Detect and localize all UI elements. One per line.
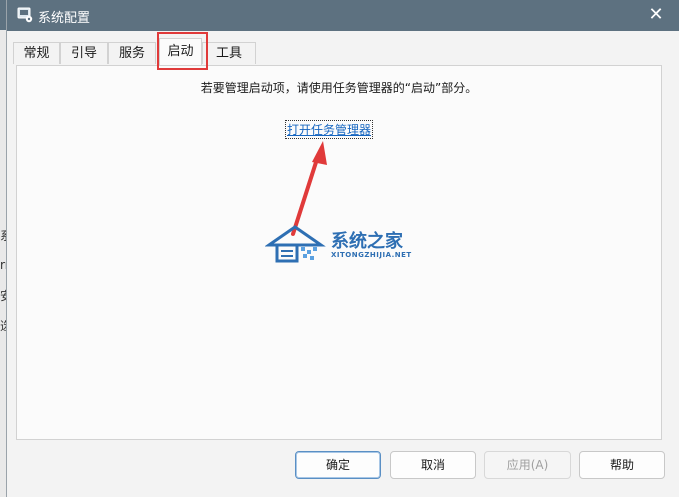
- tab-tools[interactable]: 工具: [202, 42, 256, 64]
- window-title: 系统配置: [38, 11, 91, 26]
- watermark-cn: 系统之家: [331, 231, 403, 252]
- system-config-window: 系统配置 ✕ 常规 引导 服务 启动 工具 若要管理启动项，请使用任务管理器的“…: [6, 0, 679, 497]
- tab-highlight-box: [157, 32, 208, 70]
- ok-button[interactable]: 确定: [295, 451, 381, 479]
- close-icon[interactable]: ✕: [646, 5, 666, 25]
- apply-button[interactable]: 应用(A): [484, 451, 571, 479]
- watermark-en: XITONGZHIJIA.NET: [331, 251, 412, 259]
- tab-services[interactable]: 服务: [108, 42, 156, 64]
- tab-general[interactable]: 常规: [13, 42, 60, 64]
- tab-boot[interactable]: 引导: [60, 42, 108, 64]
- system-config-icon: [17, 7, 33, 23]
- cancel-button[interactable]: 取消: [390, 451, 476, 479]
- title-bar[interactable]: 系统配置 ✕: [7, 0, 679, 31]
- watermark-logo: 系统之家 XITONGZHIJIA.NET: [264, 221, 411, 270]
- house-logo-icon: [264, 225, 326, 263]
- help-button[interactable]: 帮助: [579, 451, 665, 479]
- startup-panel: 若要管理启动项，请使用任务管理器的“启动”部分。 打开任务管理器 系统之家 XI…: [16, 65, 662, 440]
